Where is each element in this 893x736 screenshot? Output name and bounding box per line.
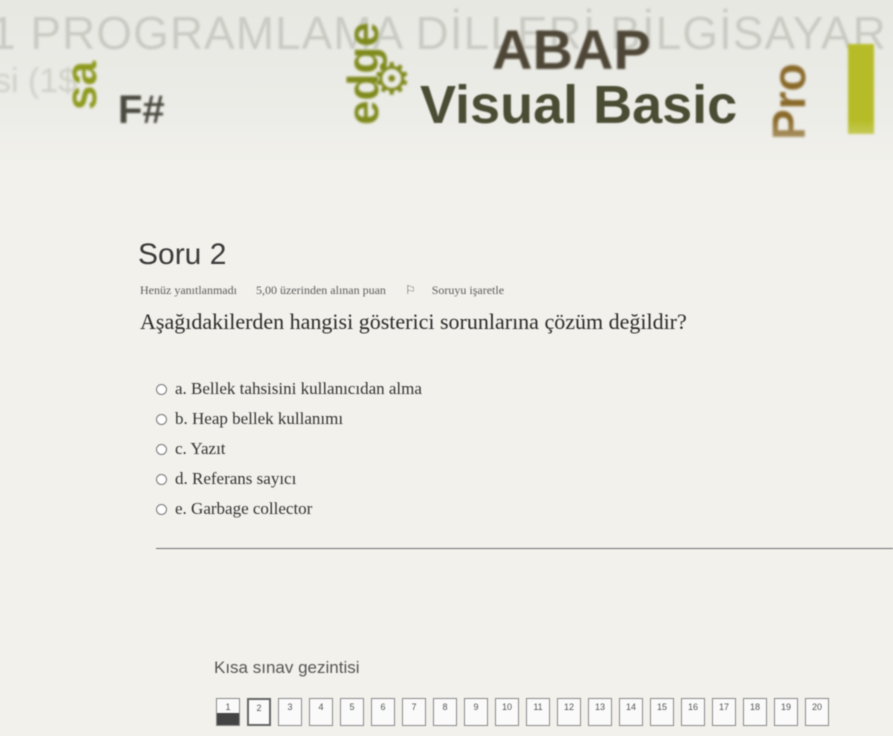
banner-background-text: 1 PROGRAMLAMA DİLLERİ BİLGİSAYAR MUH — [0, 7, 893, 59]
radio-button[interactable] — [156, 503, 167, 515]
question-text: Aşağıdakilerden hangisi gösterici sorunl… — [140, 309, 687, 334]
banner-fade — [0, 120, 893, 160]
question-title: Soru 2 — [138, 238, 227, 271]
quiz-navigation-grid: 1 2 3 4 5 6 7 8 9 10 11 12 13 14 15 16 17 18 19 20 — [216, 698, 836, 726]
answer-list: a. Bellek tahsisini kullanıcıdan alma b.… — [156, 374, 422, 524]
quiz-nav-button-5[interactable]: 5 — [340, 698, 364, 726]
quiz-nav-button-17[interactable]: 17 — [712, 698, 736, 726]
quiz-nav-button-12[interactable]: 12 — [557, 698, 581, 726]
answer-label: a. Bellek tahsisini kullanıcıdan alma — [175, 379, 422, 398]
quiz-nav-button-14[interactable]: 14 — [619, 698, 643, 726]
divider — [156, 548, 893, 549]
quiz-nav-button-7[interactable]: 7 — [402, 698, 426, 726]
banner-vertical-green-text: sa — [57, 61, 106, 110]
quiz-nav-button-16[interactable]: 16 — [681, 698, 705, 726]
answer-label: c. Yazıt — [175, 439, 226, 458]
flag-question-link[interactable]: ⚐ Soruyu işaretle — [405, 283, 520, 297]
quiz-navigation-title: Kısa sınav gezintisi — [214, 658, 360, 677]
quiz-nav-button-6[interactable]: 6 — [371, 698, 395, 726]
banner-abap-text: ABAP — [492, 18, 651, 81]
answer-option-d[interactable]: d. Referans sayıcı — [156, 464, 422, 494]
quiz-nav-button-2[interactable]: 2 — [247, 698, 271, 726]
quiz-nav-button-9[interactable]: 9 — [464, 698, 488, 726]
flag-question-label: Soruyu işaretle — [431, 283, 505, 297]
answer-option-c[interactable]: c. Yazıt — [156, 434, 422, 464]
radio-button[interactable] — [156, 383, 167, 395]
answer-label: d. Referans sayıcı — [175, 469, 297, 488]
quiz-nav-button-20[interactable]: 20 — [805, 698, 829, 726]
quiz-nav-button-10[interactable]: 10 — [495, 698, 519, 726]
answer-option-e[interactable]: e. Garbage collector — [156, 494, 422, 524]
quiz-nav-button-15[interactable]: 15 — [650, 698, 674, 726]
radio-button[interactable] — [156, 413, 167, 425]
question-meta: Henüz yanıtlanmadı 5,00 üzerinden alınan… — [140, 283, 536, 298]
course-banner: 1 PROGRAMLAMA DİLLERİ BİLGİSAYAR MUH si … — [0, 0, 893, 160]
quiz-nav-button-13[interactable]: 13 — [588, 698, 612, 726]
quiz-nav-button-3[interactable]: 3 — [278, 698, 302, 726]
gear-icon: ⚙ — [372, 55, 412, 104]
answer-option-b[interactable]: b. Heap bellek kullanımı — [156, 404, 422, 434]
question-status: Henüz yanıtlanmadı — [140, 283, 237, 297]
quiz-nav-button-18[interactable]: 18 — [743, 698, 767, 726]
quiz-nav-button-11[interactable]: 11 — [526, 698, 550, 726]
answer-label: b. Heap bellek kullanımı — [175, 409, 344, 428]
answer-label: e. Garbage collector — [175, 499, 313, 518]
quiz-nav-button-19[interactable]: 19 — [774, 698, 798, 726]
radio-button[interactable] — [156, 473, 167, 485]
flag-icon: ⚐ — [404, 283, 416, 297]
answer-option-a[interactable]: a. Bellek tahsisini kullanıcıdan alma — [156, 374, 422, 404]
quiz-nav-button-8[interactable]: 8 — [433, 698, 457, 726]
quiz-nav-button-1[interactable]: 1 — [216, 698, 240, 726]
question-points: 5,00 üzerinden alınan puan — [255, 283, 386, 297]
radio-button[interactable] — [156, 443, 167, 455]
quiz-nav-button-4[interactable]: 4 — [309, 698, 333, 726]
